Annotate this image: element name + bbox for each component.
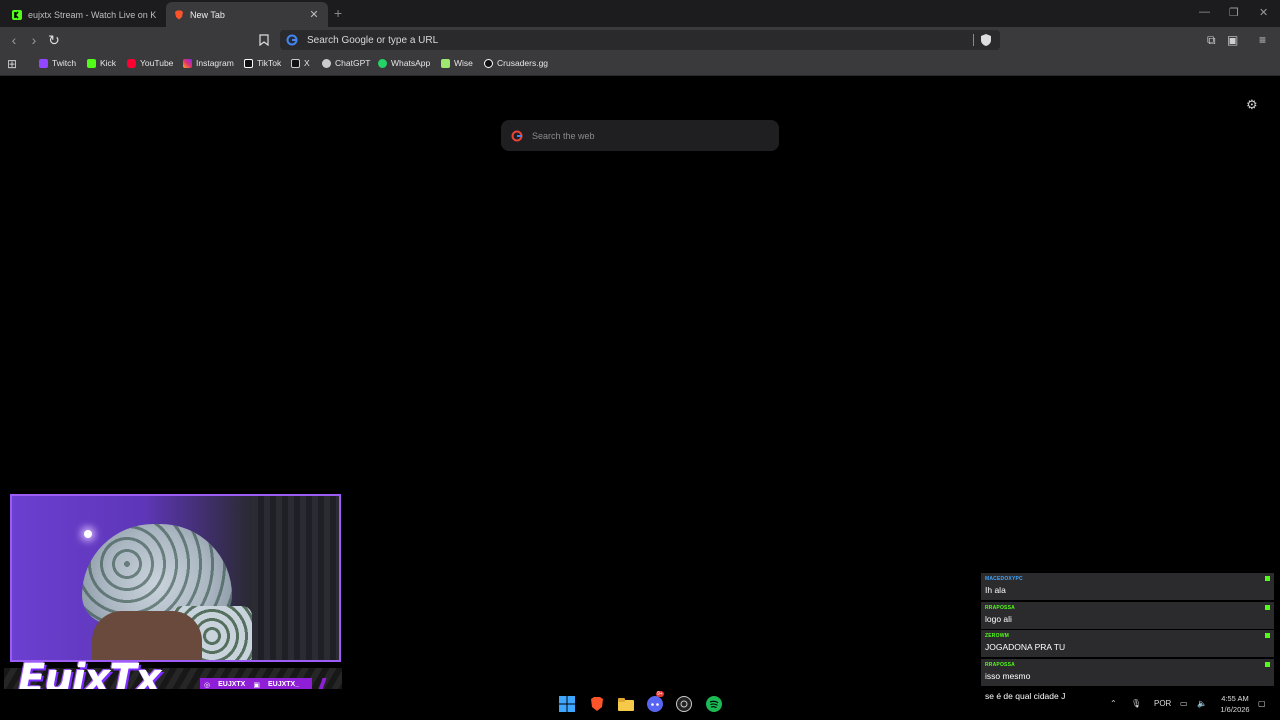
chat-message: RRAPOSSA logo ali — [981, 601, 1274, 629]
apps-grid-icon[interactable]: ⊞ — [7, 57, 17, 71]
chat-username: RRAPOSSA — [985, 604, 1015, 611]
bookmarks-bar: ⊞ Twitch Kick YouTube Instagram TikTok X… — [0, 53, 1280, 76]
back-icon[interactable]: ‹ — [5, 31, 23, 49]
webcam-feed — [10, 494, 341, 662]
chat-overlay: MACEDOXYPC Ih ala RRAPOSSA logo ali ZERO… — [981, 573, 1274, 687]
new-tab-button[interactable]: + — [334, 5, 342, 21]
instagram-icon — [183, 58, 192, 68]
chat-username: MACEDOXYPC — [985, 576, 1023, 582]
close-window-icon[interactable]: ✕ — [1259, 6, 1268, 19]
web-search-box[interactable]: Search the web — [501, 120, 779, 151]
bookmark-chatgpt[interactable]: ChatGPT — [322, 58, 370, 68]
network-icon[interactable]: ▭ — [1180, 699, 1188, 708]
spotify-icon[interactable] — [704, 694, 724, 714]
close-tab-icon[interactable]: ✕ — [308, 8, 320, 21]
restore-icon[interactable]: ❐ — [1229, 6, 1239, 19]
bookmark-twitch[interactable]: Twitch — [39, 58, 76, 68]
reload-icon[interactable]: ↻ — [45, 31, 63, 49]
whatsapp-icon — [378, 58, 387, 68]
webcam-face — [92, 611, 202, 660]
address-placeholder: Search Google or type a URL — [307, 34, 439, 46]
extensions-icon[interactable]: ⧉ — [1207, 33, 1216, 48]
bookmark-crusaders[interactable]: Crusaders.gg — [484, 58, 548, 68]
divider — [973, 34, 974, 46]
twitch-handle: EUJXTX_ — [267, 681, 300, 688]
chat-message: RRAPOSSA isso mesmo — [981, 658, 1274, 686]
kick-icon — [12, 9, 22, 20]
youtube-icon — [127, 58, 136, 68]
bookmark-kick[interactable]: Kick — [87, 58, 116, 68]
webcam-light — [84, 530, 92, 538]
tab-title: eujxtx Stream - Watch Live on Kick — [28, 9, 156, 20]
chat-message: ZEROWM JOGADONA PRA TU — [981, 630, 1274, 658]
search-placeholder: Search the web — [532, 130, 595, 141]
chat-text: JOGADONA PRA TU — [985, 642, 1066, 653]
kick-icon — [1265, 576, 1270, 581]
instagram-handle: EUJXTX — [218, 681, 246, 688]
tab-title: New Tab — [190, 9, 225, 20]
kick-icon — [87, 58, 96, 68]
tab-new-tab[interactable]: New Tab ✕ — [166, 2, 328, 27]
chevron-up-icon[interactable]: ⌃ — [1110, 699, 1117, 708]
google-icon — [511, 130, 523, 141]
chat-message: MACEDOXYPC Ih ala — [981, 573, 1274, 600]
kick-icon — [1265, 661, 1270, 667]
chat-username: ZEROWM — [985, 633, 1009, 640]
kick-icon — [1265, 604, 1270, 610]
discord-icon[interactable]: 9+ — [645, 691, 665, 714]
google-icon — [286, 34, 298, 46]
twitch-icon: ▣ — [253, 681, 260, 689]
tab-strip: eujxtx Stream - Watch Live on Kick New T… — [0, 0, 1280, 27]
minimize-icon[interactable]: — — [1199, 6, 1210, 18]
bookmark-wise[interactable]: Wise — [441, 58, 473, 68]
chatgpt-icon — [322, 58, 331, 68]
instagram-icon: ◎ — [204, 681, 211, 689]
file-explorer-icon[interactable] — [616, 694, 636, 714]
kick-icon — [1265, 633, 1270, 639]
wise-icon — [441, 58, 450, 68]
bookmark-whatsapp[interactable]: WhatsApp — [378, 58, 430, 68]
twitch-icon — [39, 58, 48, 68]
wallet-icon[interactable]: ▣ — [1227, 33, 1238, 47]
obs-icon[interactable] — [674, 694, 694, 714]
bookmark-instagram[interactable]: Instagram — [183, 58, 234, 68]
brave-shields-icon[interactable] — [981, 34, 991, 49]
tab-kick-stream[interactable]: eujxtx Stream - Watch Live on Kick — [4, 2, 164, 27]
brave-browser-icon[interactable] — [587, 694, 607, 714]
bookmark-tiktok[interactable]: TikTok — [244, 58, 281, 68]
bookmark-icon[interactable] — [255, 31, 273, 49]
clock[interactable]: 4:55 AM 1/6/2026 — [1212, 693, 1258, 715]
clock-date: 1/6/2026 — [1220, 705, 1250, 714]
bookmark-youtube[interactable]: YouTube — [127, 58, 173, 68]
tiktok-icon — [244, 58, 253, 68]
windows-start-icon[interactable] — [557, 694, 577, 714]
chat-text: Ih ala — [985, 585, 1006, 595]
address-bar[interactable]: Search Google or type a URL — [280, 30, 1000, 50]
chat-text: logo ali — [985, 613, 1012, 624]
webcam-curtain — [252, 496, 339, 660]
taskbar: se é de qual cidade J 9+ ⌃ 🎙 POR ▭ 🔈 4:5… — [0, 689, 1280, 720]
crusaders-icon — [484, 58, 493, 68]
clock-time: 4:55 AM — [1221, 694, 1249, 703]
microphone-icon[interactable]: 🎙 — [1131, 699, 1141, 708]
notifications-icon[interactable]: ▢ — [1258, 699, 1266, 708]
brave-icon — [174, 10, 184, 20]
volume-icon[interactable]: 🔈 — [1197, 699, 1207, 708]
settings-gear-icon[interactable]: ⚙ — [1246, 97, 1258, 113]
discord-badge: 9+ — [656, 691, 664, 697]
chat-text: isso mesmo — [985, 670, 1031, 681]
x-icon — [291, 58, 300, 68]
bookmark-x[interactable]: X — [291, 58, 310, 68]
toolbar: ‹ › ↻ Search Google or type a URL ⧉ ▣ ≡ — [0, 27, 1280, 53]
language-indicator[interactable]: POR — [1154, 699, 1171, 708]
chat-username: RRAPOSSA — [985, 661, 1015, 668]
menu-icon[interactable]: ≡ — [1259, 33, 1266, 47]
forward-icon[interactable]: › — [25, 31, 43, 49]
